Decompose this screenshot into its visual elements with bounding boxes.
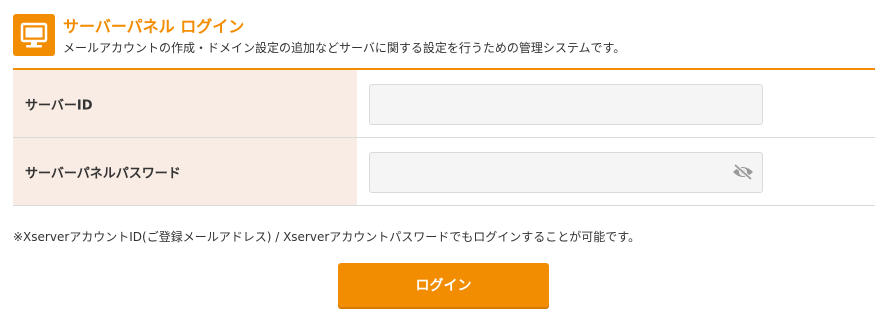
server-id-label: サーバーID xyxy=(25,98,93,113)
server-id-label-cell: サーバーID xyxy=(13,70,357,137)
monitor-icon xyxy=(13,14,55,56)
server-id-input[interactable] xyxy=(369,84,763,125)
page-header: サーバーパネル ログイン メールアカウントの作成・ドメイン設定の追加などサーバに… xyxy=(13,12,875,60)
login-note: ※XserverアカウントID(ご登録メールアドレス) / Xserverアカウ… xyxy=(13,230,641,244)
login-button[interactable]: ログイン xyxy=(338,263,549,307)
password-input[interactable] xyxy=(369,152,763,193)
login-page: サーバーパネル ログイン メールアカウントの作成・ドメイン設定の追加などサーバに… xyxy=(0,0,884,320)
password-label-cell: サーバーパネルパスワード xyxy=(13,138,357,205)
server-id-row: サーバーID xyxy=(13,70,875,138)
password-row: サーバーパネルパスワード xyxy=(13,138,875,206)
eye-slash-icon[interactable] xyxy=(732,163,754,181)
page-title: サーバーパネル ログイン xyxy=(63,17,245,36)
password-label: サーバーパネルパスワード xyxy=(25,166,181,181)
page-description: メールアカウントの作成・ドメイン設定の追加などサーバに関する設定を行うための管理… xyxy=(63,41,626,55)
login-form: サーバーID サーバーパネルパスワード xyxy=(13,68,875,206)
